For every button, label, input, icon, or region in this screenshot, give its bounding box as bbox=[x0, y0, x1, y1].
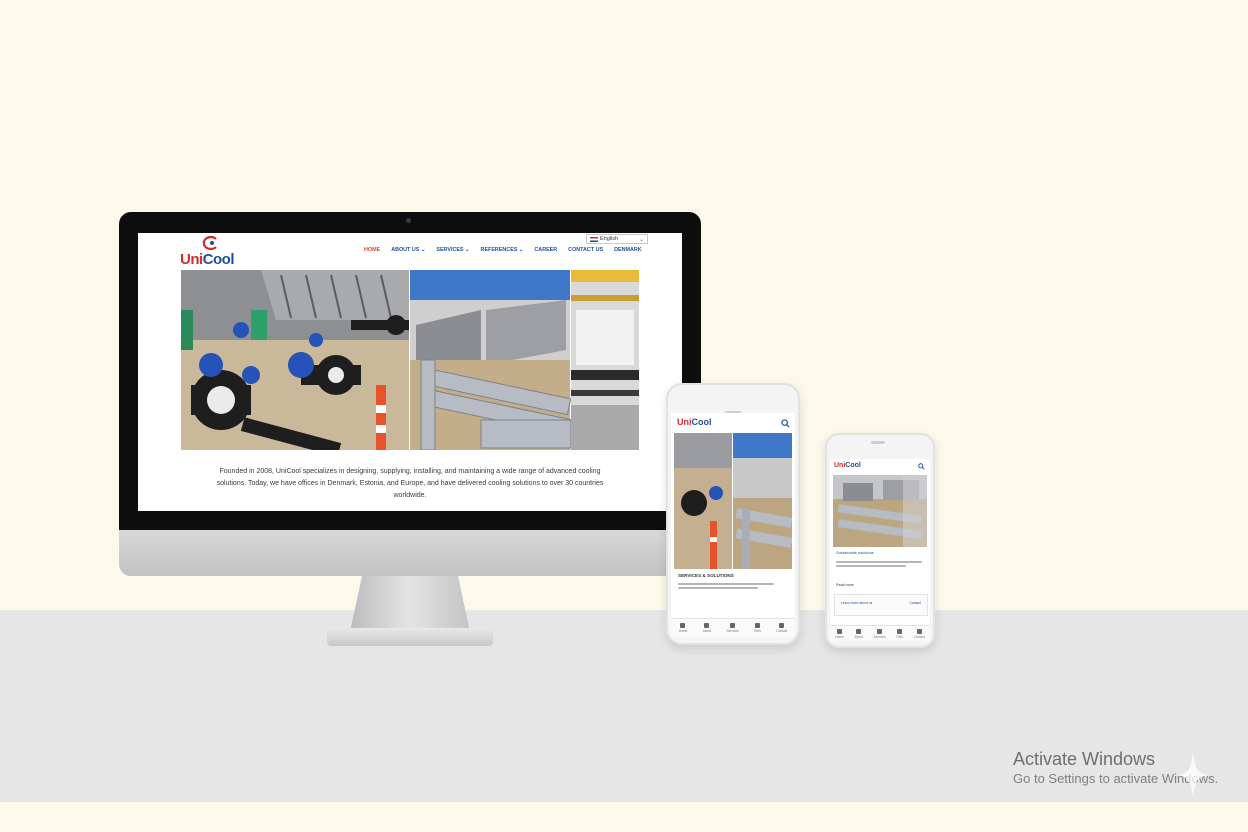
website-mobile-view-small: UniCool Sustainable solutions Read more … bbox=[830, 459, 930, 641]
nav-about-tab[interactable]: About bbox=[703, 623, 711, 633]
uk-flag-icon bbox=[590, 236, 598, 242]
home-icon bbox=[680, 623, 686, 628]
services-icon bbox=[730, 623, 736, 628]
language-select[interactable]: English ⌄ bbox=[586, 234, 648, 244]
phone-large: UniCool SERVICES & SOLUTIONS Home About bbox=[666, 383, 800, 645]
webcam-icon bbox=[406, 218, 411, 223]
nav-services-tab[interactable]: Services bbox=[874, 628, 886, 639]
monitor-stand-foot bbox=[327, 628, 493, 646]
phone-small: UniCool Sustainable solutions Read more … bbox=[825, 433, 935, 648]
monitor-bezel: UniCool English ⌄ HOME ABOUT US ⌄ SERVIC… bbox=[119, 212, 701, 530]
website-desktop-view: UniCool English ⌄ HOME ABOUT US ⌄ SERVIC… bbox=[138, 233, 682, 511]
mobile-hero-image bbox=[833, 475, 927, 547]
services-icon bbox=[877, 628, 883, 634]
read-more-label[interactable]: Read more bbox=[836, 583, 854, 587]
search-icon[interactable] bbox=[918, 463, 925, 470]
website-mobile-view-large: UniCool SERVICES & SOLUTIONS Home About bbox=[671, 413, 795, 637]
mobile-logo[interactable]: UniCool bbox=[677, 417, 712, 427]
chart-icon bbox=[755, 623, 761, 628]
links-card: Learn more about us Contact bbox=[834, 594, 928, 616]
nav-refs-tab[interactable]: Refs bbox=[896, 628, 903, 639]
home-icon bbox=[837, 628, 843, 634]
chart-icon bbox=[897, 628, 903, 634]
search-icon[interactable] bbox=[781, 419, 790, 428]
phone-speaker bbox=[871, 441, 885, 444]
text-placeholder-lines bbox=[678, 581, 778, 591]
user-icon bbox=[779, 623, 785, 628]
mobile-hero-image bbox=[674, 433, 792, 569]
nav-career[interactable]: CAREER bbox=[534, 247, 557, 253]
nav-about-tab[interactable]: About bbox=[855, 628, 863, 639]
bottom-nav-bar: Home About Services Refs Contact bbox=[671, 618, 795, 637]
info-icon bbox=[856, 628, 862, 634]
section-heading: Sustainable solutions bbox=[836, 550, 874, 555]
nav-home-tab[interactable]: Home bbox=[679, 623, 687, 633]
logo-swirl-icon bbox=[202, 235, 217, 251]
hero-image bbox=[181, 270, 639, 450]
section-heading: SERVICES & SOLUTIONS bbox=[678, 573, 734, 578]
user-icon bbox=[916, 628, 922, 634]
nav-refs-tab[interactable]: Refs bbox=[754, 623, 761, 633]
info-icon bbox=[704, 623, 710, 628]
text-placeholder-lines bbox=[836, 559, 924, 569]
nav-references[interactable]: REFERENCES ⌄ bbox=[481, 247, 524, 253]
learn-more-link[interactable]: Learn more about us bbox=[841, 601, 872, 605]
monitor-chin bbox=[119, 530, 701, 576]
logo-wordmark: UniCool bbox=[180, 251, 235, 268]
chevron-down-icon: ⌄ bbox=[638, 237, 644, 243]
main-nav: HOME ABOUT US ⌄ SERVICES ⌄ REFERENCES ⌄ … bbox=[364, 247, 642, 253]
nav-home-tab[interactable]: Home bbox=[835, 628, 844, 639]
nav-denmark[interactable]: DENMARK bbox=[614, 247, 642, 253]
contact-link[interactable]: Contact bbox=[909, 601, 921, 605]
nav-contact-tab[interactable]: Contact bbox=[914, 628, 925, 639]
monitor-stand-neck bbox=[350, 576, 470, 632]
nav-services-tab[interactable]: Services bbox=[727, 623, 739, 633]
mobile-logo[interactable]: UniCool bbox=[834, 462, 861, 469]
desktop-monitor: UniCool English ⌄ HOME ABOUT US ⌄ SERVIC… bbox=[119, 212, 701, 576]
unicool-logo[interactable]: UniCool bbox=[180, 235, 240, 269]
nav-contact-us[interactable]: CONTACT US bbox=[568, 247, 603, 253]
intro-paragraph: Founded in 2008, UniCool specializes in … bbox=[216, 468, 604, 499]
sparkle-icon bbox=[1178, 752, 1208, 798]
language-value: English bbox=[600, 236, 619, 242]
nav-contact-tab[interactable]: Contact bbox=[776, 623, 787, 633]
nav-services[interactable]: SERVICES ⌄ bbox=[436, 247, 469, 253]
bottom-nav-bar: Home About Services Refs Contact bbox=[830, 625, 930, 641]
floor-strip bbox=[0, 802, 1248, 832]
nav-about-us[interactable]: ABOUT US ⌄ bbox=[391, 247, 425, 253]
nav-home[interactable]: HOME bbox=[364, 247, 380, 253]
